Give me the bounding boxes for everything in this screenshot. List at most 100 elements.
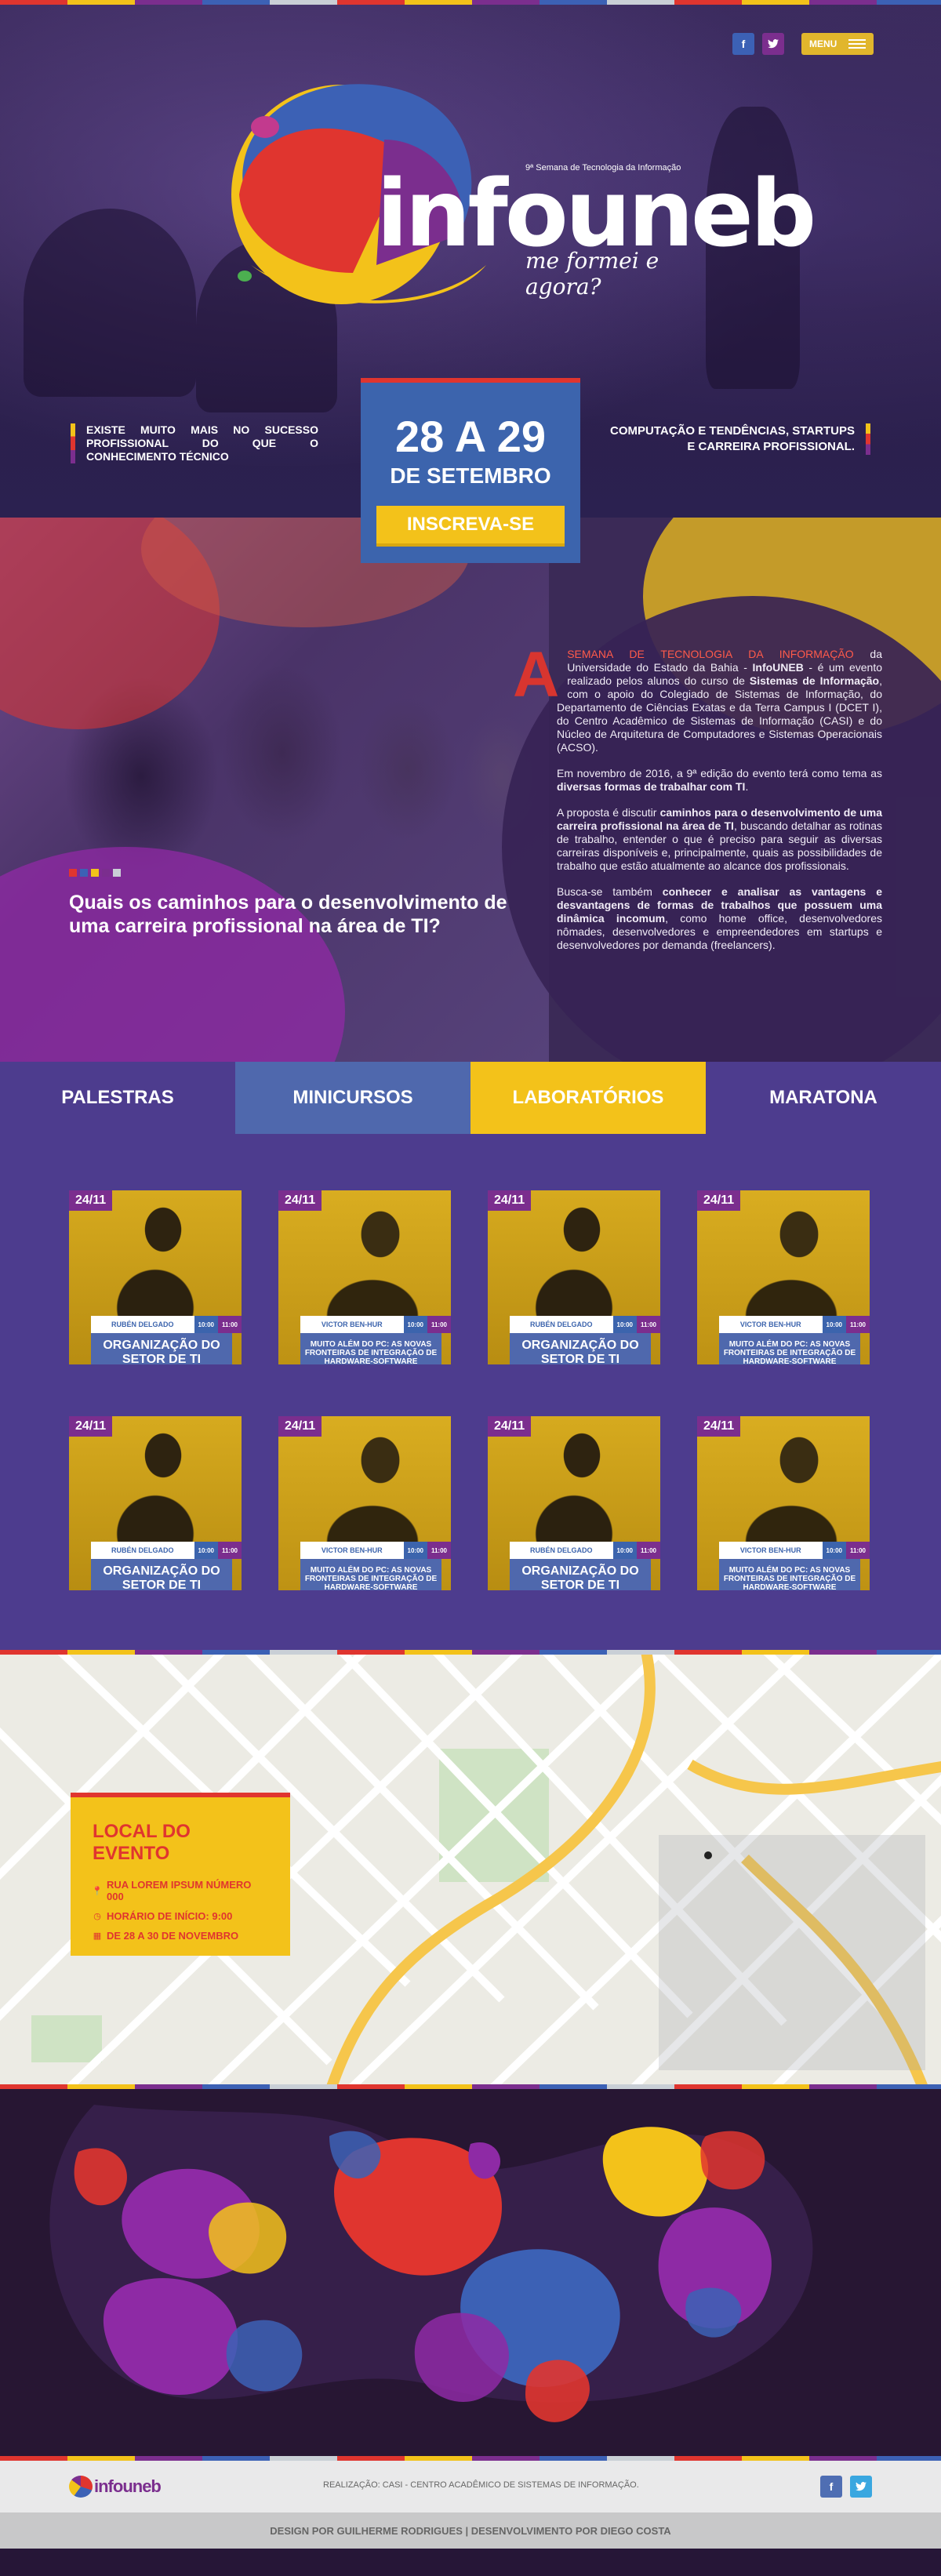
- end-time: 11:00: [427, 1542, 451, 1559]
- speaker-name: RUBÉN DELGADO: [111, 1321, 174, 1328]
- design-credits: DESIGN POR GUILHERME RODRIGUES | DESENVO…: [0, 2512, 941, 2549]
- speaker-name: RUBÉN DELGADO: [111, 1546, 174, 1554]
- footer-credit: REALIZAÇÃO: CASI - CENTRO ACADÊMICO DE S…: [323, 2480, 639, 2490]
- about-paragraph-4: Busca-se também conhecer e analisar as v…: [557, 885, 882, 951]
- start-time: 10:00: [194, 1542, 218, 1559]
- end-time: 11:00: [427, 1316, 451, 1333]
- audience-silhouette: [24, 209, 196, 397]
- start-time: 10:00: [822, 1542, 846, 1559]
- end-time: 11:00: [636, 1316, 660, 1333]
- end-time: 11:00: [217, 1316, 242, 1333]
- talks-grid: 24/11 RUBÉN DELGADO 10:00 11:00 ORGANIZAÇÃO …: [69, 1190, 872, 1590]
- talk-date-badge: 24/11: [488, 1416, 532, 1437]
- hero-right-claim: COMPUTAÇÃO E TENDÊNCIAS, STARTUPS E CARR…: [607, 423, 870, 455]
- decorative-artwork: [0, 2089, 941, 2456]
- talks-section: 24/11 RUBÉN DELGADO 10:00 11:00 ORGANIZAÇÃO …: [0, 1134, 941, 1650]
- talk-card[interactable]: 24/11 RUBÉN DELGADO 10:00 11:00 ORGANIZAÇÃO …: [69, 1416, 242, 1590]
- talk-title: ORGANIZAÇÃO DO SETOR DE TI: [91, 1333, 232, 1364]
- start-time: 10:00: [612, 1542, 637, 1559]
- about-paragraph-3: A proposta é discutir caminhos para o de…: [557, 806, 882, 872]
- hero-left-claim: EXISTE MUITO MAIS NO SUCESSO PROFISSIONA…: [71, 423, 318, 463]
- talk-card[interactable]: 24/11 VICTOR BEN-HUR 10:00 11:00 MUITO ALÉM …: [697, 1416, 870, 1590]
- talk-title: MUITO ALÉM DO PC: AS NOVAS FRONTEIRAS DE…: [719, 1333, 860, 1364]
- end-time: 11:00: [845, 1542, 870, 1559]
- footer-logo[interactable]: infouneb: [69, 2476, 162, 2498]
- event-logo: 9ª Semana de Tecnologia da Informação in…: [227, 77, 816, 328]
- talk-card[interactable]: 24/11 RUBÉN DELGADO 10:00 11:00 ORGANIZAÇÃO …: [69, 1190, 242, 1364]
- talk-title: MUITO ALÉM DO PC: AS NOVAS FRONTEIRAS DE…: [300, 1559, 441, 1590]
- talk-meta: VICTOR BEN-HUR 10:00 11:00: [300, 1316, 451, 1333]
- location-address: 📍 RUA LOREM IPSUM NÚMERO 000: [92, 1879, 252, 1902]
- start-time: 10:00: [612, 1316, 637, 1333]
- talk-title: MUITO ALÉM DO PC: AS NOVAS FRONTEIRAS DE…: [300, 1333, 441, 1364]
- talk-meta: VICTOR BEN-HUR 10:00 11:00: [719, 1542, 870, 1559]
- tab-minicursos[interactable]: MINICURSOS: [235, 1062, 470, 1134]
- about-text: A SEMANA DE TECNOLOGIA DA INFORMAÇÃO da U…: [513, 639, 882, 965]
- facebook-icon[interactable]: f: [732, 33, 754, 55]
- location-title: LOCAL DO EVENTO: [93, 1821, 191, 1864]
- twitter-icon[interactable]: [850, 2476, 872, 2498]
- about-section: Quais os caminhos para o desenvolvimento…: [0, 518, 941, 1062]
- talk-card[interactable]: 24/11 RUBÉN DELGADO 10:00 11:00 ORGANIZAÇÃO …: [488, 1416, 660, 1590]
- talk-title: ORGANIZAÇÃO DO SETOR DE TI: [510, 1559, 651, 1590]
- end-time: 11:00: [636, 1542, 660, 1559]
- speaker-name: VICTOR BEN-HUR: [321, 1546, 383, 1554]
- twitter-icon[interactable]: [762, 33, 784, 55]
- speaker-name: VICTOR BEN-HUR: [321, 1321, 383, 1328]
- footer: infouneb REALIZAÇÃO: CASI - CENTRO ACADÊ…: [0, 2461, 941, 2512]
- speaker-name: VICTOR BEN-HUR: [739, 1321, 801, 1328]
- talk-card[interactable]: 24/11 VICTOR BEN-HUR 10:00 11:00 MUITO ALÉM …: [697, 1190, 870, 1364]
- talk-meta: VICTOR BEN-HUR 10:00 11:00: [300, 1542, 451, 1559]
- talk-card[interactable]: 24/11 RUBÉN DELGADO 10:00 11:00 ORGANIZAÇÃO …: [488, 1190, 660, 1364]
- talk-date-badge: 24/11: [697, 1416, 741, 1437]
- talk-date-badge: 24/11: [69, 1190, 113, 1211]
- date-month: DE SETEMBRO: [390, 463, 551, 488]
- talk-card[interactable]: 24/11 VICTOR BEN-HUR 10:00 11:00 MUITO ALÉM …: [278, 1416, 451, 1590]
- talk-meta: RUBÉN DELGADO 10:00 11:00: [510, 1316, 660, 1333]
- about-heading: Quais os caminhos para o desenvolvimento…: [69, 892, 507, 937]
- start-time: 10:00: [403, 1542, 427, 1559]
- blob-artwork: [0, 2089, 941, 2456]
- talk-meta: RUBÉN DELGADO 10:00 11:00: [510, 1542, 660, 1559]
- event-map[interactable]: LOCAL DO EVENTO 📍 RUA LOREM IPSUM NÚMERO …: [0, 1655, 941, 2084]
- menu-label: MENU: [809, 38, 837, 49]
- talk-date-badge: 24/11: [278, 1416, 322, 1437]
- start-time: 10:00: [822, 1316, 846, 1333]
- dropcap-letter: A: [513, 639, 560, 710]
- talk-title: ORGANIZAÇÃO DO SETOR DE TI: [510, 1333, 651, 1364]
- talk-card[interactable]: 24/11 VICTOR BEN-HUR 10:00 11:00 MUITO ALÉM …: [278, 1190, 451, 1364]
- speaker-name: RUBÉN DELGADO: [529, 1321, 593, 1328]
- end-time: 11:00: [845, 1316, 870, 1333]
- header-bar: f MENU: [732, 33, 874, 55]
- talk-title: MUITO ALÉM DO PC: AS NOVAS FRONTEIRAS DE…: [719, 1559, 860, 1590]
- start-time: 10:00: [194, 1316, 218, 1333]
- register-button[interactable]: INSCREVA-SE: [376, 506, 565, 547]
- location-time: ◷ HORÁRIO DE INÍCIO: 9:00: [93, 1910, 233, 1922]
- tab-maratona[interactable]: MARATONA: [706, 1062, 941, 1134]
- talk-title: ORGANIZAÇÃO DO SETOR DE TI: [91, 1559, 232, 1590]
- logo-egg-icon: [69, 2476, 93, 2498]
- talk-meta: RUBÉN DELGADO 10:00 11:00: [91, 1316, 242, 1333]
- location-dates: ▦ DE 28 A 30 DE NOVEMBRO: [93, 1930, 239, 1942]
- talk-date-badge: 24/11: [488, 1190, 532, 1211]
- clock-icon: ◷: [93, 1912, 101, 1921]
- talk-date-badge: 24/11: [697, 1190, 741, 1211]
- talk-meta: VICTOR BEN-HUR 10:00 11:00: [719, 1316, 870, 1333]
- logo-tagline: me formei e agora?: [525, 248, 659, 300]
- menu-button[interactable]: MENU: [801, 33, 874, 55]
- talk-meta: RUBÉN DELGADO 10:00 11:00: [91, 1542, 242, 1559]
- about-paragraph-2: Em novembro de 2016, a 9ª edição do even…: [557, 767, 882, 793]
- date-range: 28 A 29: [395, 412, 546, 461]
- talk-date-badge: 24/11: [69, 1416, 113, 1437]
- start-time: 10:00: [403, 1316, 427, 1333]
- tab-laboratorios[interactable]: LABORATÓRIOS: [470, 1062, 706, 1134]
- speaker-name: VICTOR BEN-HUR: [739, 1546, 801, 1554]
- tab-palestras[interactable]: PALESTRAS: [0, 1062, 235, 1134]
- end-time: 11:00: [217, 1542, 242, 1559]
- map-pin-icon: 📍: [92, 1886, 103, 1896]
- speaker-name: RUBÉN DELGADO: [529, 1546, 593, 1554]
- facebook-icon[interactable]: f: [820, 2476, 842, 2498]
- about-paragraph-1: A SEMANA DE TECNOLOGIA DA INFORMAÇÃO da U…: [513, 639, 882, 754]
- location-card: LOCAL DO EVENTO 📍 RUA LOREM IPSUM NÚMERO …: [71, 1793, 290, 1956]
- color-dots: [69, 869, 121, 877]
